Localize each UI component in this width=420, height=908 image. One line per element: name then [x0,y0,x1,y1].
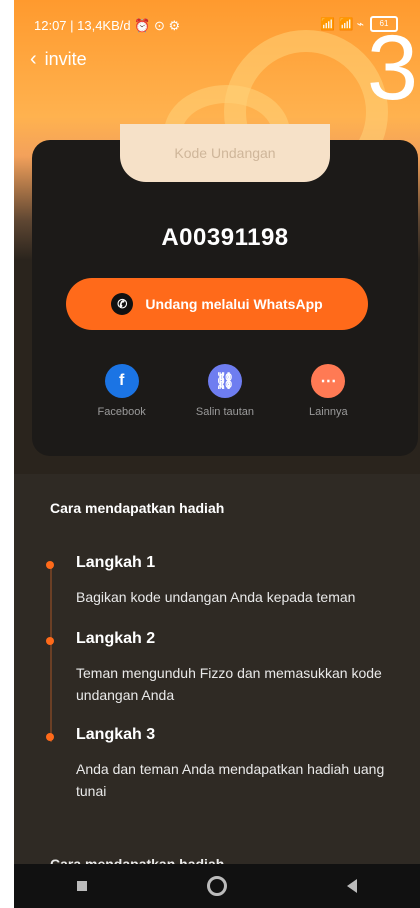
facebook-icon: f [104,364,139,398]
share-more-button[interactable]: ⋯ Lainnya [288,364,368,418]
invite-code[interactable]: A00391198 [32,224,418,252]
share-facebook-button[interactable]: f Facebook [82,364,162,418]
phone-screen: 12:07 | 13,4KB/d ⏰ ⊙ ⚙ 📶 📶 ⌁ 61 ‹ invite… [14,0,420,908]
system-navigation-bar [14,864,420,908]
page-title: invite [44,49,87,69]
steps-card: Cara mendapatkan hadiah Langkah 1 Bagika… [14,474,420,908]
step-item: Langkah 3 Anda dan teman Anda mendapatka… [46,726,390,802]
status-bar-left: 12:07 | 13,4KB/d ⏰ ⊙ ⚙ [34,18,181,33]
back-nav-button[interactable] [332,866,372,906]
step-dot [46,733,54,741]
back-button[interactable]: ‹ invite [30,48,87,71]
share-label: Lainnya [309,406,348,418]
square-icon [76,881,87,891]
triangle-back-icon [347,879,358,893]
share-label: Salin tautan [195,406,255,418]
invite-code-tab: Kode Undangan [120,124,330,182]
step-title: Langkah 2 [76,630,156,647]
link-icon: ⛓ [207,364,242,398]
step-title: Langkah 1 [76,554,156,571]
step-description: Anda dan teman Anda mendapatkan hadiah u… [76,761,385,799]
more-icon: ⋯ [311,364,346,398]
recents-button[interactable] [62,866,102,906]
step-item: Langkah 2 Teman mengunduh Fizzo dan mema… [46,630,390,706]
invite-code-card: Kode Undangan A00391198 ✆ Undang melalui… [32,124,418,456]
step-title: Langkah 3 [76,726,156,743]
hero-number: 3 [366,17,418,119]
step-item: Langkah 1 Bagikan kode undangan Anda kep… [46,554,390,608]
step-dot [46,561,54,569]
step-dot [46,637,54,645]
share-label: Facebook [97,406,146,418]
invite-whatsapp-button[interactable]: ✆ Undang melalui WhatsApp [66,278,368,330]
signal-wifi-icons: 📶 📶 ⌁ [320,17,364,31]
chevron-left-icon: ‹ [30,48,37,70]
circle-icon [206,876,227,896]
step-description: Teman mengunduh Fizzo dan memasukkan kod… [76,665,382,703]
whatsapp-icon: ✆ [111,293,134,315]
step-description: Bagikan kode undangan Anda kepada teman [76,589,356,605]
home-button[interactable] [197,866,237,906]
share-copy-link-button[interactable]: ⛓ Salin tautan [185,364,265,418]
share-options: f Facebook ⛓ Salin tautan ⋯ Lainnya [32,364,418,418]
steps-title: Cara mendapatkan hadiah [50,500,225,516]
invite-whatsapp-label: Undang melalui WhatsApp [145,296,323,312]
